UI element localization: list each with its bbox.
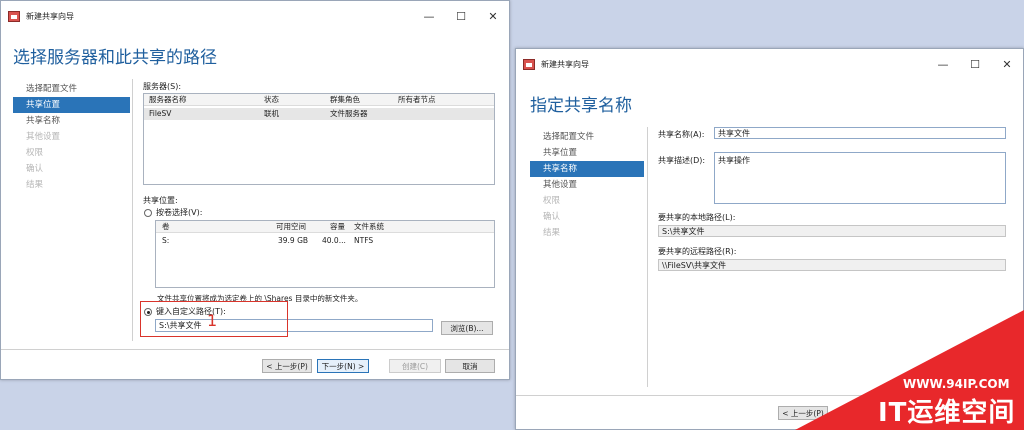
next-button[interactable]: 下一步(N) >: [317, 359, 369, 373]
wizard-nav: 选择配置文件 共享位置 共享名称 其他设置 权限 确认 结果: [13, 81, 130, 193]
remote-path-label: 要共享的远程路径(R):: [658, 247, 737, 256]
by-volume-label[interactable]: 按卷选择(V):: [156, 207, 202, 218]
create-button: 创建(C): [389, 359, 441, 373]
title-bar[interactable]: 新建共享向导 — ☐ ✕: [516, 49, 1023, 79]
maximize-button[interactable]: ☐: [959, 49, 991, 79]
table-row[interactable]: [144, 108, 494, 120]
col-file-system[interactable]: 文件系统: [354, 221, 384, 233]
free-space-cell: 39.9 GB: [278, 236, 309, 245]
server-role-cell: 文件服务器: [330, 109, 368, 118]
nav-item-share-location[interactable]: 共享位置: [530, 145, 644, 161]
volume-cell: S:: [162, 236, 170, 245]
share-location-label: 共享位置:: [143, 196, 178, 205]
nav-item-permissions: 权限: [26, 148, 44, 158]
minimize-button[interactable]: —: [927, 49, 959, 79]
app-icon: [523, 58, 535, 70]
server-table[interactable]: 服务器名称 状态 群集角色 所有者节点 FileSV 联机 文件服务器: [143, 93, 495, 185]
file-system-cell: NTFS: [354, 236, 374, 245]
watermark-text: IT运维空间: [878, 398, 1016, 428]
share-desc-input[interactable]: 共享操作: [714, 152, 1006, 204]
maximize-button[interactable]: ☐: [445, 1, 477, 31]
remote-path-field: \\FileSV\共享文件: [658, 259, 1006, 271]
server-name-cell: FileSV: [149, 109, 172, 118]
nav-item-other-settings: 其他设置: [26, 132, 61, 142]
cancel-button[interactable]: 取消: [445, 359, 495, 373]
page-heading: 指定共享名称: [530, 96, 632, 116]
col-volume[interactable]: 卷: [162, 221, 170, 233]
server-label: 服务器(S):: [143, 82, 182, 91]
nav-item-confirm: 确认: [543, 212, 561, 222]
page-heading: 选择服务器和此共享的路径: [13, 48, 217, 68]
col-capacity[interactable]: 容量: [330, 221, 345, 233]
nav-item-confirm: 确认: [26, 164, 44, 174]
app-icon: [8, 10, 20, 22]
window-title: 新建共享向导: [541, 59, 589, 69]
share-name-input[interactable]: 共享文件: [714, 127, 1006, 139]
watermark-url: WWW.94IP.COM: [903, 377, 1010, 391]
nav-item-share-name[interactable]: 共享名称: [13, 113, 130, 129]
annotation-number: 1: [207, 311, 218, 330]
nav-item-results: 结果: [543, 228, 561, 238]
col-status[interactable]: 状态: [264, 94, 279, 106]
nav-item-share-location[interactable]: 共享位置: [13, 97, 130, 113]
volume-table[interactable]: 卷 可用空间 容量 文件系统 S: 39.9 GB 40.0... NTFS: [155, 220, 495, 288]
footer-divider: [1, 349, 509, 350]
nav-item-permissions: 权限: [543, 196, 561, 206]
nav-item-share-name[interactable]: 共享名称: [530, 161, 644, 177]
col-owner-node[interactable]: 所有者节点: [398, 94, 436, 106]
volume-table-header: [156, 221, 494, 233]
local-path-label: 要共享的本地路径(L):: [658, 213, 736, 222]
col-server-name[interactable]: 服务器名称: [149, 94, 187, 106]
minimize-button[interactable]: —: [413, 1, 445, 31]
col-free-space[interactable]: 可用空间: [276, 221, 306, 233]
close-button[interactable]: ✕: [477, 1, 509, 31]
window-title: 新建共享向导: [26, 11, 74, 21]
prev-button[interactable]: < 上一步(P): [262, 359, 312, 373]
wizard-nav: 选择配置文件 共享位置 共享名称 其他设置 权限 确认 结果: [530, 129, 644, 241]
title-bar[interactable]: 新建共享向导 — ☐ ✕: [1, 1, 509, 31]
capacity-cell: 40.0...: [322, 236, 346, 245]
share-desc-label: 共享描述(D):: [658, 156, 706, 165]
nav-item-profile[interactable]: 选择配置文件: [530, 129, 644, 145]
close-button[interactable]: ✕: [991, 49, 1023, 79]
server-table-header: [144, 94, 494, 106]
browse-button[interactable]: 浏览(B)...: [441, 321, 493, 335]
nav-item-profile[interactable]: 选择配置文件: [13, 81, 130, 97]
server-status-cell: 联机: [264, 109, 279, 118]
wizard-window-left: 新建共享向导 — ☐ ✕ 选择服务器和此共享的路径 选择配置文件 共享位置 共享…: [0, 0, 510, 380]
by-volume-radio[interactable]: [144, 209, 152, 217]
col-cluster-role[interactable]: 群集角色: [330, 94, 360, 106]
nav-divider: [647, 127, 648, 387]
nav-item-other-settings[interactable]: 其他设置: [530, 177, 644, 193]
nav-divider: [132, 79, 133, 341]
share-name-label: 共享名称(A):: [658, 130, 705, 139]
nav-item-results: 结果: [26, 180, 44, 190]
local-path-field: S:\共享文件: [658, 225, 1006, 237]
